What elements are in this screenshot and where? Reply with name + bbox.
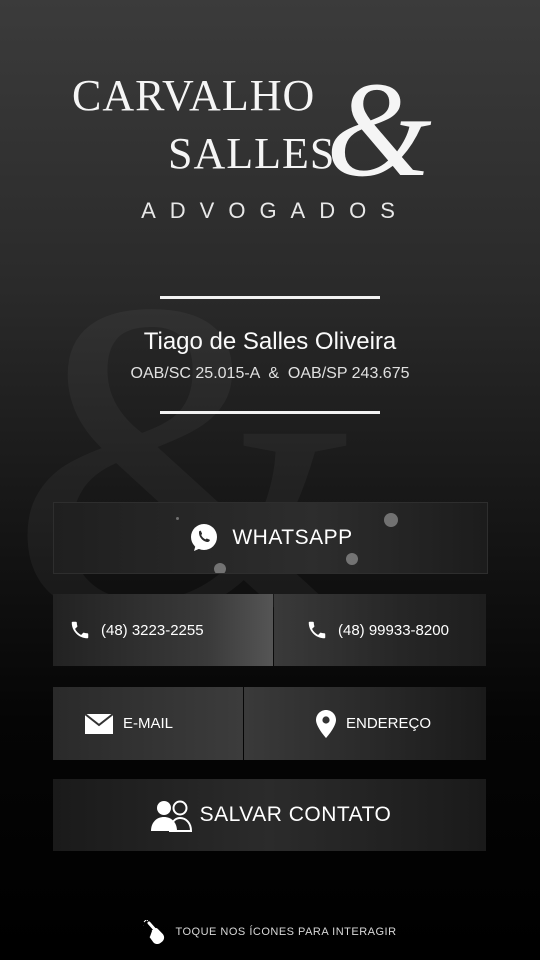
whatsapp-label: WHATSAPP xyxy=(232,526,353,549)
save-contact-button[interactable]: SALVAR CONTATO xyxy=(53,779,486,851)
logo-subtitle: ADVOGADOS xyxy=(141,198,409,223)
address-button[interactable]: ENDEREÇO xyxy=(244,687,486,760)
whatsapp-button[interactable]: WHATSAPP xyxy=(53,502,488,574)
logo-line-salles: SALLES xyxy=(168,129,336,178)
logo-ampersand: & xyxy=(326,55,432,205)
page: & CARVALHO SALLES & ADVOGADOS Tiago de S… xyxy=(0,0,540,960)
envelope-icon xyxy=(85,713,113,734)
email-button[interactable]: E-MAIL xyxy=(53,687,243,760)
address-label: ENDEREÇO xyxy=(346,715,432,732)
phone-icon xyxy=(308,621,326,639)
phone-mobile-label: (48) 99933-8200 xyxy=(338,621,449,639)
interaction-hint: TOQUE NOS ÍCONES PARA INTERAGIR xyxy=(0,920,540,944)
phone-icon xyxy=(71,621,89,639)
tap-hand-icon xyxy=(143,920,165,944)
phone-mobile-button[interactable]: (48) 99933-8200 xyxy=(274,594,486,666)
phone-landline-button[interactable]: (48) 3223-2255 xyxy=(53,594,273,666)
divider-bottom xyxy=(160,411,380,414)
whatsapp-icon xyxy=(191,524,218,551)
person-oab: OAB/SC 25.015-A & OAB/SP 243.675 xyxy=(130,365,410,382)
hint-text: TOQUE NOS ÍCONES PARA INTERAGIR xyxy=(175,926,397,938)
email-label: E-MAIL xyxy=(123,715,174,732)
phone-landline-label: (48) 3223-2255 xyxy=(101,621,204,639)
save-contact-label: SALVAR CONTATO xyxy=(199,803,392,826)
person-name: Tiago de Salles Oliveira xyxy=(143,328,397,355)
divider-top xyxy=(160,296,380,299)
logo-line-carvalho: CARVALHO xyxy=(72,71,316,120)
contact-card-icon xyxy=(150,800,192,832)
map-pin-icon xyxy=(316,709,336,738)
